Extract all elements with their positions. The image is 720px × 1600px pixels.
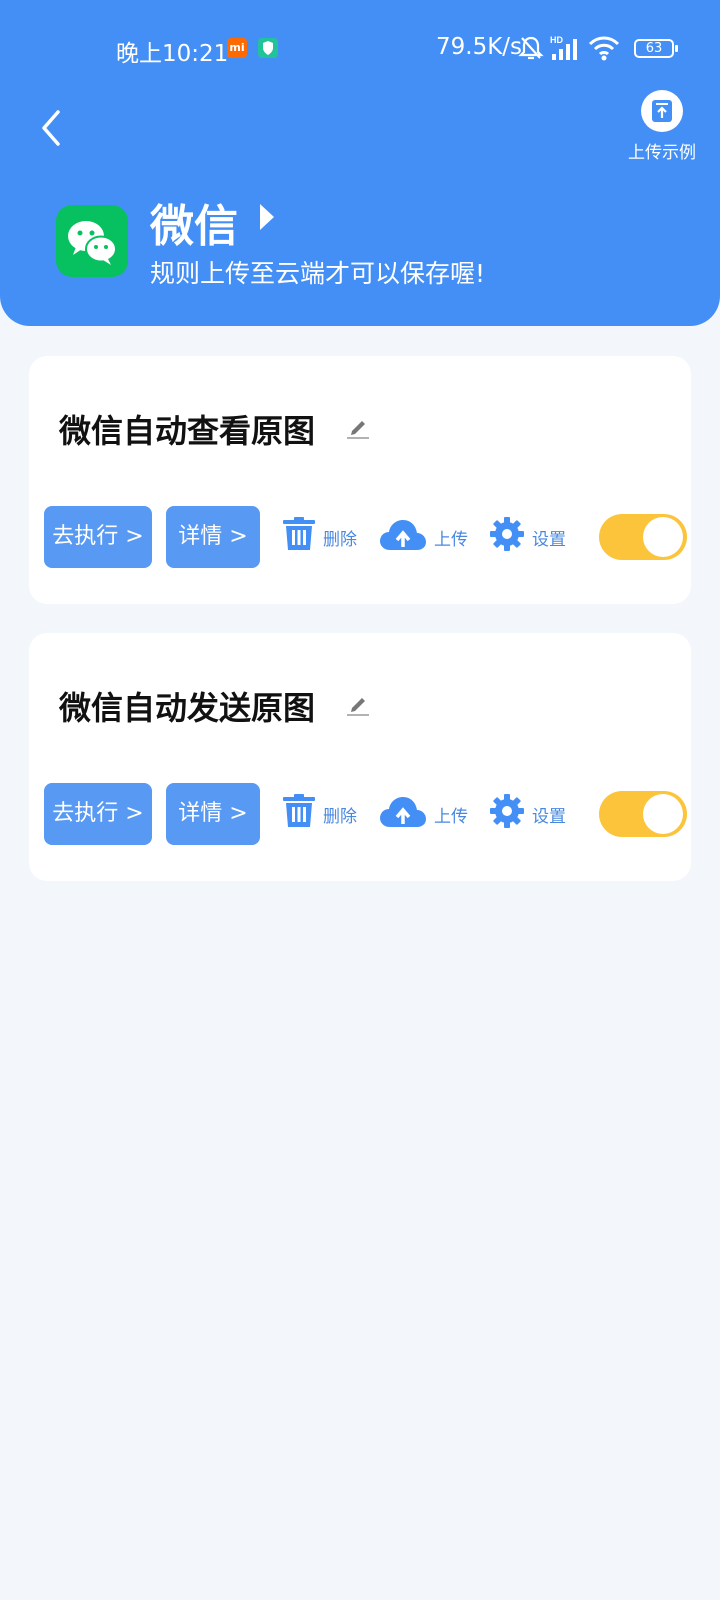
gear-icon [490,794,524,828]
run-button[interactable]: 去执行 > [44,783,152,845]
settings-label: 设置 [532,807,566,827]
svg-text:HD: HD [550,35,563,45]
upload-label: 上传 [434,530,468,550]
rule-card: 微信自动发送原图 去执行 > 详情 > 删除 上传 设置 [29,633,691,881]
delete-button[interactable]: 删除 [281,793,361,833]
settings-button[interactable]: 设置 [489,516,579,556]
header: 晚上10:21 mi 79.5K/s HD 63 上传示例 微信 规则上传至云端… [0,0,720,326]
upload-button[interactable]: 上传 [379,516,469,556]
trash-icon [283,794,315,827]
net-speed: 79.5K/s [436,34,523,60]
settings-button[interactable]: 设置 [489,793,579,833]
upload-button[interactable]: 上传 [379,793,469,833]
signal-icon: HD [550,35,577,60]
status-bar: 晚上10:21 mi 79.5K/s HD 63 [0,28,720,68]
detail-button[interactable]: 详情 > [166,783,260,845]
cloud-upload-icon [380,520,426,550]
app-title: 微信 [150,201,238,252]
wifi-icon [588,36,620,61]
rule-card: 微信自动查看原图 去执行 > 详情 > 删除 上传 设置 [29,356,691,604]
enable-toggle[interactable] [599,514,687,560]
settings-label: 设置 [532,530,566,550]
mute-bell-icon [518,36,544,60]
mi-icon: mi [227,38,247,58]
back-button[interactable] [36,106,68,150]
app-subtitle: 规则上传至云端才可以保存喔! [150,259,486,288]
rule-title: 微信自动发送原图 [59,689,316,727]
upload-example-label: 上传示例 [628,143,696,163]
delete-button[interactable]: 删除 [281,516,361,556]
enable-toggle[interactable] [599,791,687,837]
battery-icon: 63 [634,39,678,58]
edit-icon[interactable] [345,414,371,440]
detail-button[interactable]: 详情 > [166,506,260,568]
wechat-app-icon [56,205,128,277]
edit-icon[interactable] [345,691,371,717]
shield-icon [258,38,278,58]
cloud-upload-icon [380,797,426,827]
gear-icon [490,517,524,551]
toggle-knob [643,794,683,834]
chevron-left-icon [42,110,60,146]
caret-right-icon[interactable] [258,202,276,232]
upload-example-icon [641,90,683,132]
delete-label: 删除 [323,530,357,550]
upload-label: 上传 [434,807,468,827]
rule-title: 微信自动查看原图 [59,412,316,450]
upload-example-button[interactable]: 上传示例 [620,90,704,163]
trash-icon [283,517,315,550]
run-button[interactable]: 去执行 > [44,506,152,568]
status-time: 晚上10:21 [116,41,229,67]
toggle-knob [643,517,683,557]
delete-label: 删除 [323,807,357,827]
